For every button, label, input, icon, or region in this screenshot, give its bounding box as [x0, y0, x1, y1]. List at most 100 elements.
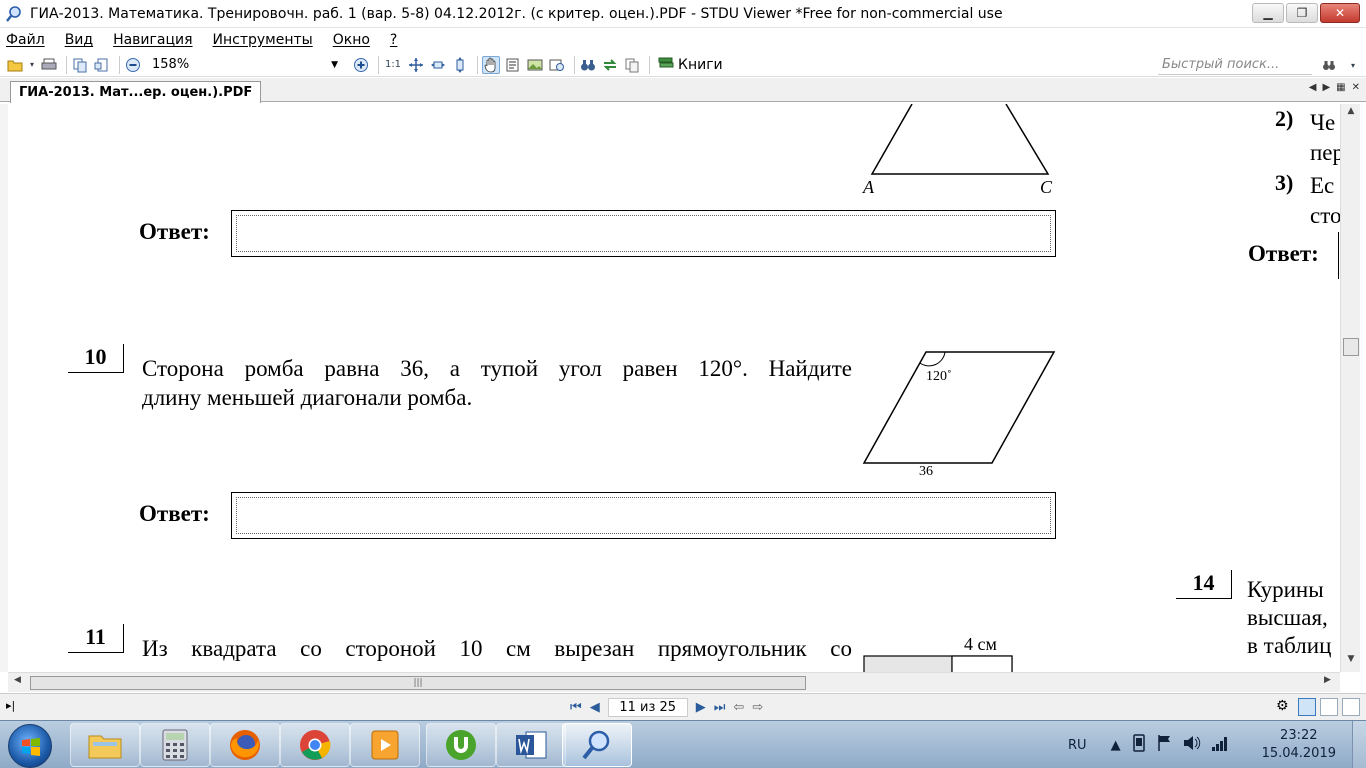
page-number-field[interactable]: 11 из 25	[607, 698, 688, 717]
open-folder-icon[interactable]	[6, 56, 24, 74]
menu-window[interactable]: Окно	[333, 32, 370, 48]
taskbar-calculator[interactable]	[140, 723, 210, 767]
close-button[interactable]: ✕	[1320, 3, 1360, 23]
maximize-button[interactable]: ❐	[1286, 3, 1318, 23]
task-number-10: 10	[68, 344, 124, 373]
app-magnifier-icon	[6, 5, 22, 22]
taskbar-explorer[interactable]	[70, 723, 140, 767]
last-page-icon[interactable]: ⏭	[714, 700, 726, 715]
taskbar-media-player[interactable]	[350, 723, 420, 767]
hand-tool-icon[interactable]	[482, 55, 500, 74]
books-icon	[658, 56, 674, 74]
page-navigator: ⏮ ◀ 11 из 25 ▶ ⏭ ⇦ ⇨	[570, 698, 763, 717]
magnifier-icon	[582, 730, 610, 760]
snapshot-icon[interactable]	[548, 56, 566, 74]
calculator-icon	[162, 729, 188, 761]
action-center-flag-icon[interactable]	[1157, 734, 1173, 756]
menu-navigation[interactable]: Навигация	[113, 32, 192, 48]
print-icon[interactable]	[40, 56, 58, 74]
zoom-value: 158%	[152, 57, 190, 72]
taskbar-firefox[interactable]	[210, 723, 280, 767]
fit-height-icon[interactable]	[451, 56, 469, 74]
copy-page-icon[interactable]	[71, 56, 89, 74]
scroll-thumb[interactable]	[1343, 338, 1359, 356]
select-image-icon[interactable]	[526, 56, 544, 74]
toolbar-separator	[574, 55, 575, 74]
zoom-out-icon[interactable]	[124, 56, 142, 74]
horizontal-scrollbar[interactable]: ◀ ||| ▶	[8, 672, 1340, 692]
sync-arrows-icon[interactable]	[601, 56, 619, 74]
start-button[interactable]	[8, 724, 52, 768]
taskbar-word[interactable]	[496, 723, 566, 767]
sidebar-splitter[interactable]	[0, 104, 8, 672]
task-14-text: Курины высшая, в таблиц	[1247, 576, 1331, 660]
scroll-right-icon[interactable]: ▶	[1324, 675, 1331, 685]
clock[interactable]: 23:22 15.04.2019	[1262, 727, 1336, 763]
windows-taskbar: RU ▲ 23:22 15.04.2019	[0, 720, 1366, 768]
continuous-view-button[interactable]	[1342, 698, 1360, 716]
pages-icon[interactable]	[623, 56, 641, 74]
language-indicator[interactable]: RU	[1068, 738, 1087, 753]
item-number-2: 2)	[1275, 106, 1294, 131]
prev-page-icon[interactable]: ◀	[590, 700, 600, 715]
find-binoculars-icon[interactable]	[579, 56, 597, 74]
tab-document[interactable]: ГИА-2013. Мат...ер. оцен.).PDF	[10, 81, 262, 103]
task-10-line-1: Сторона ромба равна 36, а тупой угол рав…	[142, 356, 852, 381]
menu-file[interactable]: Файл	[6, 32, 45, 48]
task-number-11: 11	[68, 624, 124, 653]
tray-expand-icon[interactable]: ▲	[1111, 738, 1121, 753]
single-page-view-button[interactable]	[1298, 698, 1316, 716]
scroll-up-icon[interactable]: ▲	[1341, 106, 1361, 122]
menu-view[interactable]: Вид	[65, 32, 93, 48]
angle-label: 120˚	[926, 369, 952, 384]
two-page-view-button[interactable]	[1320, 698, 1338, 716]
network-signal-icon[interactable]	[1211, 735, 1229, 755]
answer-label: Ответ:	[139, 501, 210, 526]
tab-scroll-left-icon[interactable]: ◀	[1309, 82, 1317, 93]
vertical-scrollbar[interactable]: ▲ ▼	[1340, 104, 1360, 672]
task-11-line-1: Из квадрата со стороной 10 см вырезан пр…	[142, 636, 852, 661]
taskbar-utorrent[interactable]	[426, 723, 496, 767]
system-tray: RU ▲	[1068, 721, 1229, 768]
dropdown-arrow-icon[interactable]: ▾	[28, 56, 36, 74]
device-icon[interactable]	[1131, 734, 1147, 756]
taskbar-stdu-viewer[interactable]	[562, 723, 632, 767]
menu-tools[interactable]: Инструменты	[213, 32, 313, 48]
next-page-icon[interactable]: ▶	[696, 700, 706, 715]
settings-gear-icon[interactable]: ⚙	[1276, 698, 1294, 716]
actual-size-button[interactable]: 1:1	[383, 56, 403, 74]
answer-label: Ответ:	[1248, 241, 1319, 266]
first-page-icon[interactable]: ⏮	[570, 700, 582, 715]
books-button[interactable]: Книги	[658, 56, 723, 74]
zoom-in-icon[interactable]	[352, 56, 370, 74]
taskbar-chrome[interactable]	[280, 723, 350, 767]
item-3-line-1: Ес	[1310, 173, 1335, 198]
scroll-thumb[interactable]: |||	[30, 676, 806, 690]
menu-help[interactable]: ?	[390, 32, 397, 48]
item-3-line-2: сто	[1310, 203, 1340, 228]
fit-visible-icon[interactable]	[429, 56, 447, 74]
fit-width-icon[interactable]	[407, 56, 425, 74]
fit-page-icon[interactable]	[93, 56, 111, 74]
tab-close-icon[interactable]: ✕	[1352, 82, 1360, 93]
task-10-text: Сторона ромба равна 36, а тупой угол рав…	[142, 354, 852, 412]
task-10-line-2: длину меньшей диагонали ромба.	[142, 385, 473, 410]
zoom-select[interactable]: 158% ▼	[146, 55, 342, 75]
volume-icon[interactable]	[1183, 734, 1201, 756]
scroll-left-icon[interactable]: ◀	[14, 675, 21, 685]
toggle-panel-icon[interactable]: ▸|	[6, 699, 15, 712]
tab-list-icon[interactable]: ▦	[1336, 82, 1345, 93]
select-text-icon[interactable]	[504, 56, 522, 74]
show-desktop-button[interactable]	[1352, 721, 1366, 768]
minimize-button[interactable]: ▁	[1252, 3, 1284, 23]
tab-scroll-right-icon[interactable]: ▶	[1322, 82, 1330, 93]
scroll-down-icon[interactable]: ▼	[1341, 654, 1361, 670]
quick-search-input[interactable]: Быстрый поиск...	[1158, 55, 1312, 75]
search-options-icon[interactable]	[1320, 56, 1338, 74]
rhombus-figure	[862, 351, 1056, 464]
back-icon[interactable]: ⇦	[733, 700, 744, 715]
forward-icon[interactable]: ⇨	[752, 700, 763, 715]
vertex-label-c: C	[1040, 177, 1053, 197]
document-viewport[interactable]: A C Ответ: 10 Сторона ромба равна 36, а …	[8, 104, 1340, 672]
chevron-down-icon[interactable]: ▾	[1344, 56, 1362, 74]
